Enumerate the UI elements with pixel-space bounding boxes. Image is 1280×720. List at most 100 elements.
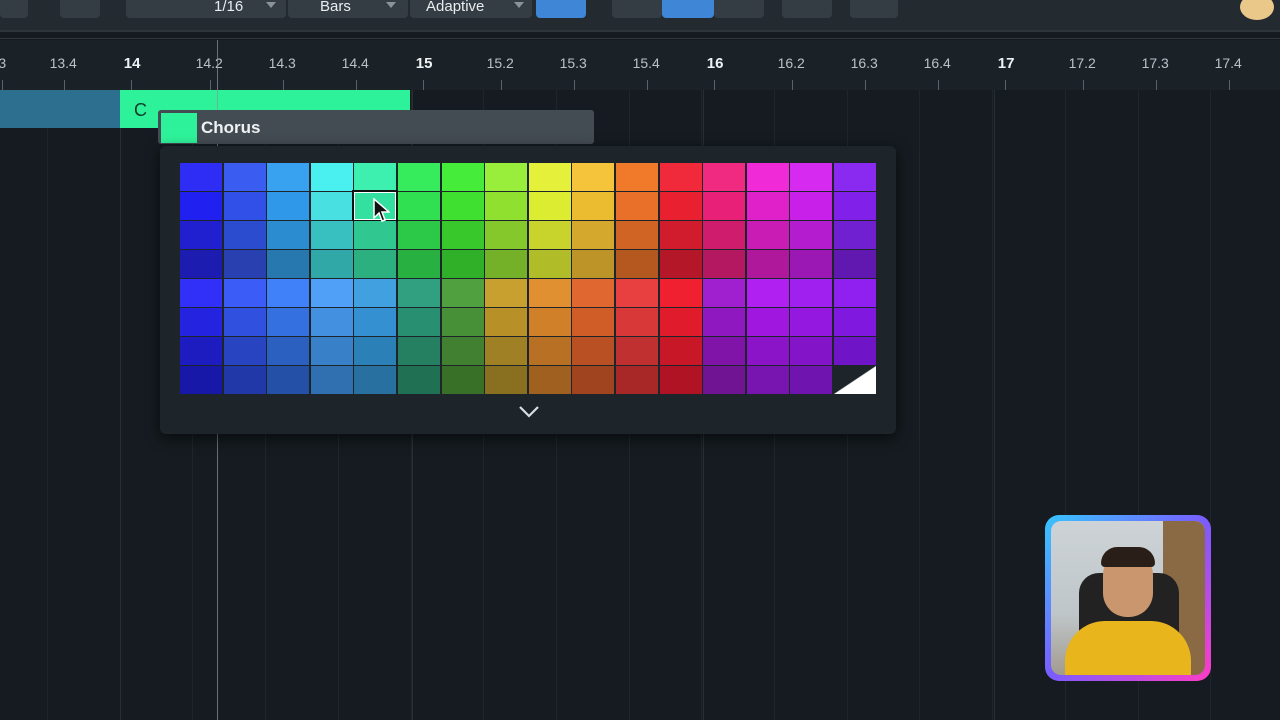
color-swatch[interactable] xyxy=(703,308,745,336)
color-swatch[interactable] xyxy=(180,250,222,278)
color-swatch[interactable] xyxy=(703,366,745,394)
color-swatch[interactable] xyxy=(398,221,440,249)
color-swatch[interactable] xyxy=(354,366,396,394)
avatar[interactable] xyxy=(1240,0,1274,20)
color-swatch[interactable] xyxy=(311,337,353,365)
color-swatch[interactable] xyxy=(442,221,484,249)
color-swatch[interactable] xyxy=(790,279,832,307)
event-previous[interactable] xyxy=(0,90,120,128)
color-swatch[interactable] xyxy=(267,279,309,307)
color-swatch[interactable] xyxy=(572,308,614,336)
color-swatch[interactable] xyxy=(311,221,353,249)
color-swatch[interactable] xyxy=(834,192,876,220)
color-swatch[interactable] xyxy=(834,337,876,365)
color-swatch[interactable] xyxy=(398,279,440,307)
color-swatch[interactable] xyxy=(834,163,876,191)
color-swatch[interactable] xyxy=(790,192,832,220)
color-swatch[interactable] xyxy=(442,163,484,191)
color-swatch[interactable] xyxy=(267,250,309,278)
color-swatch[interactable] xyxy=(572,337,614,365)
color-swatch[interactable] xyxy=(660,308,702,336)
color-swatch[interactable] xyxy=(180,192,222,220)
color-swatch[interactable] xyxy=(224,366,266,394)
color-swatch[interactable] xyxy=(442,308,484,336)
download-icon[interactable] xyxy=(782,0,832,18)
color-swatch[interactable] xyxy=(572,366,614,394)
color-swatch[interactable] xyxy=(747,163,789,191)
color-swatch[interactable] xyxy=(485,308,527,336)
color-swatch[interactable] xyxy=(616,279,658,307)
color-swatch[interactable] xyxy=(790,308,832,336)
color-swatch[interactable] xyxy=(354,250,396,278)
color-swatch[interactable] xyxy=(660,163,702,191)
color-swatch[interactable] xyxy=(224,308,266,336)
color-swatch[interactable] xyxy=(834,279,876,307)
color-swatch[interactable] xyxy=(354,337,396,365)
snap-mode-select[interactable]: Adaptive xyxy=(410,0,532,18)
color-swatch[interactable] xyxy=(703,163,745,191)
more-icon[interactable] xyxy=(850,0,898,18)
color-swatch[interactable] xyxy=(747,221,789,249)
color-swatch[interactable] xyxy=(224,279,266,307)
color-swatch[interactable] xyxy=(572,221,614,249)
color-swatch[interactable] xyxy=(442,279,484,307)
color-swatch[interactable] xyxy=(180,337,222,365)
color-swatch[interactable] xyxy=(790,163,832,191)
color-swatch[interactable] xyxy=(180,279,222,307)
color-swatch[interactable] xyxy=(224,163,266,191)
color-swatch[interactable] xyxy=(180,308,222,336)
color-swatch[interactable] xyxy=(354,163,396,191)
color-swatch[interactable] xyxy=(311,250,353,278)
color-swatch[interactable] xyxy=(616,221,658,249)
tool-button-2[interactable] xyxy=(662,0,714,18)
color-swatch[interactable] xyxy=(161,113,197,143)
color-swatch[interactable] xyxy=(572,192,614,220)
color-swatch[interactable] xyxy=(660,192,702,220)
color-swatch[interactable] xyxy=(572,279,614,307)
color-swatch[interactable] xyxy=(224,337,266,365)
tool-button-1[interactable] xyxy=(612,0,662,18)
color-swatch[interactable] xyxy=(616,250,658,278)
color-swatch[interactable] xyxy=(354,221,396,249)
color-swatch[interactable] xyxy=(180,163,222,191)
color-swatch[interactable] xyxy=(180,221,222,249)
color-swatch[interactable] xyxy=(398,366,440,394)
color-swatch[interactable] xyxy=(790,337,832,365)
color-swatch[interactable] xyxy=(485,163,527,191)
color-swatch[interactable] xyxy=(834,308,876,336)
color-swatch[interactable] xyxy=(529,279,571,307)
color-swatch[interactable] xyxy=(660,337,702,365)
color-swatch[interactable] xyxy=(703,221,745,249)
color-swatch[interactable] xyxy=(747,279,789,307)
color-swatch[interactable] xyxy=(703,279,745,307)
color-swatch[interactable] xyxy=(747,337,789,365)
color-swatch[interactable] xyxy=(834,221,876,249)
color-swatch[interactable] xyxy=(485,192,527,220)
color-swatch[interactable] xyxy=(267,366,309,394)
color-swatch[interactable] xyxy=(398,250,440,278)
color-swatch[interactable] xyxy=(442,192,484,220)
color-swatch[interactable] xyxy=(660,221,702,249)
quantize-select[interactable]: 1/16 xyxy=(126,0,286,18)
color-swatch[interactable] xyxy=(660,250,702,278)
speaker-icon[interactable] xyxy=(0,0,28,18)
color-swatch[interactable] xyxy=(747,192,789,220)
color-swatch[interactable] xyxy=(747,250,789,278)
color-swatch[interactable] xyxy=(311,163,353,191)
color-swatch[interactable] xyxy=(180,366,222,394)
color-swatch[interactable] xyxy=(354,279,396,307)
color-swatch[interactable] xyxy=(616,163,658,191)
color-swatch[interactable] xyxy=(398,337,440,365)
color-swatch[interactable] xyxy=(267,163,309,191)
color-swatch[interactable] xyxy=(747,308,789,336)
color-swatch[interactable] xyxy=(529,221,571,249)
tool-button-3[interactable] xyxy=(714,0,764,18)
color-swatch[interactable] xyxy=(267,192,309,220)
color-swatch[interactable] xyxy=(442,250,484,278)
color-swatch[interactable] xyxy=(703,192,745,220)
color-swatch[interactable] xyxy=(616,192,658,220)
color-swatch[interactable] xyxy=(442,337,484,365)
color-swatch[interactable] xyxy=(660,279,702,307)
color-swatch[interactable] xyxy=(267,337,309,365)
color-swatch[interactable] xyxy=(267,221,309,249)
